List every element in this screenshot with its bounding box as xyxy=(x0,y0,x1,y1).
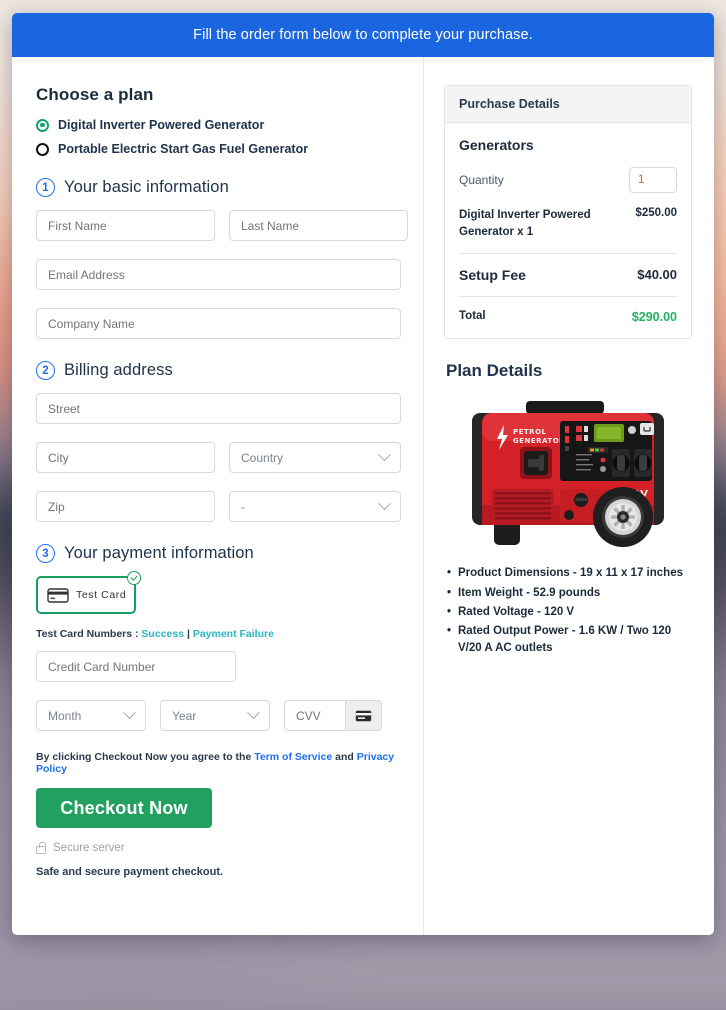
step-title: Billing address xyxy=(64,361,173,379)
chevron-down-icon xyxy=(123,706,136,720)
product-specs-list: Product Dimensions - 19 x 11 x 17 inches… xyxy=(444,565,692,657)
total-amount: $290.00 xyxy=(631,310,677,325)
test-card-method-tile[interactable]: Test Card xyxy=(36,571,141,614)
step-title: Your basic information xyxy=(64,178,229,196)
spec-item: Rated Output Power - 1.6 KW / Two 120 V/… xyxy=(447,623,692,658)
purchase-details-body: Generators Quantity Digital Inverter Pow… xyxy=(445,123,691,338)
credit-card-icon xyxy=(47,587,69,603)
plan-option-portable-electric[interactable]: Portable Electric Start Gas Fuel Generat… xyxy=(36,142,401,156)
card-back-icon xyxy=(355,710,372,721)
name-fields-row xyxy=(36,210,408,241)
cvv-group xyxy=(284,700,382,731)
checkout-card: Fill the order form below to complete yo… xyxy=(12,13,714,935)
setup-fee-amount: $40.00 xyxy=(637,267,677,283)
spec-item: Item Weight - 52.9 pounds xyxy=(447,585,692,603)
banner-text: Fill the order form below to complete yo… xyxy=(193,27,533,43)
order-form-column: Choose a plan Digital Inverter Powered G… xyxy=(12,57,424,935)
line-item-name: Digital Inverter Powered Generator x 1 xyxy=(459,209,591,238)
zip-input[interactable] xyxy=(36,491,215,522)
step-payment-information-header: 3 Your payment information xyxy=(36,544,401,563)
step-billing-address-header: 2 Billing address xyxy=(36,361,401,380)
step-number-badge: 3 xyxy=(36,544,55,563)
step-number-badge: 1 xyxy=(36,178,55,197)
plan-option-digital-inverter[interactable]: Digital Inverter Powered Generator xyxy=(36,118,401,132)
total-label: Total xyxy=(459,310,486,323)
cvv-help-button[interactable] xyxy=(346,700,382,731)
street-input[interactable] xyxy=(36,393,401,424)
country-select[interactable]: Country xyxy=(229,442,401,473)
purchase-details-panel: Purchase Details Generators Quantity Dig… xyxy=(444,85,692,340)
page-banner: Fill the order form below to complete yo… xyxy=(12,13,714,57)
city-country-row: Country xyxy=(36,442,401,473)
checkout-now-button[interactable]: Checkout Now xyxy=(36,788,212,828)
product-image-wrap: PETROL GENERATOR xyxy=(444,397,692,549)
terms-text: By clicking Checkout Now you agree to th… xyxy=(36,751,401,775)
divider xyxy=(459,253,677,255)
secure-server-row: Secure server xyxy=(36,841,401,854)
country-select-value: Country xyxy=(241,450,284,465)
spec-item: Rated Voltage - 120 V xyxy=(447,604,692,622)
purchase-details-title: Purchase Details xyxy=(445,86,691,123)
generator-illustration: PETROL GENERATOR xyxy=(472,401,664,548)
check-circle-icon xyxy=(127,571,141,585)
plan-option-label: Portable Electric Start Gas Fuel Generat… xyxy=(58,142,309,156)
line-item-amount: $250.00 xyxy=(635,207,677,219)
svg-text:GENERATOR: GENERATOR xyxy=(513,437,565,445)
expiry-month-select[interactable]: Month xyxy=(36,700,146,731)
choose-plan-heading: Choose a plan xyxy=(36,85,154,104)
step-basic-information-header: 1 Your basic information xyxy=(36,178,401,197)
plan-details-heading: Plan Details xyxy=(446,361,543,381)
radio-selected-icon[interactable] xyxy=(36,118,49,132)
state-select-value: - xyxy=(241,499,245,514)
expiry-year-select[interactable]: Year xyxy=(160,700,270,731)
chevron-down-icon xyxy=(378,448,391,462)
expiry-month-value: Month xyxy=(48,708,82,723)
quantity-row: Quantity xyxy=(459,167,677,193)
quantity-label: Quantity xyxy=(459,173,504,187)
step-title: Your payment information xyxy=(64,544,254,562)
test-card-label: Test Card xyxy=(76,589,127,601)
summary-column: Purchase Details Generators Quantity Dig… xyxy=(424,57,714,935)
terms-prefix: By clicking Checkout Now you agree to th… xyxy=(36,751,255,763)
credit-card-number-input[interactable] xyxy=(36,651,236,682)
chevron-down-icon xyxy=(378,497,391,511)
chevron-down-icon xyxy=(247,706,260,720)
spec-item: Product Dimensions - 19 x 11 x 17 inches xyxy=(447,565,692,583)
test-card-numbers-line: Test Card Numbers : Success | Payment Fa… xyxy=(36,628,401,640)
terms-of-service-link[interactable]: Term of Service xyxy=(254,751,332,763)
lock-icon xyxy=(36,841,46,854)
line-item-row: Digital Inverter Powered Generator x 1 $… xyxy=(459,207,677,240)
product-group-title: Generators xyxy=(459,137,534,153)
radio-unselected-icon[interactable] xyxy=(36,142,49,156)
test-card-numbers-prefix: Test Card Numbers : xyxy=(36,628,142,640)
terms-conjunction: and xyxy=(332,751,357,763)
card-body: Choose a plan Digital Inverter Powered G… xyxy=(12,57,714,935)
setup-fee-row: Setup Fee $40.00 xyxy=(459,267,677,283)
state-select[interactable]: - xyxy=(229,491,401,522)
last-name-input[interactable] xyxy=(229,210,408,241)
step-number-badge: 2 xyxy=(36,361,55,380)
expiry-year-value: Year xyxy=(172,708,197,723)
company-name-input[interactable] xyxy=(36,308,401,339)
plan-option-label: Digital Inverter Powered Generator xyxy=(58,118,265,132)
safe-checkout-label: Safe and secure payment checkout. xyxy=(36,866,224,878)
svg-text:PETROL: PETROL xyxy=(513,428,547,436)
quantity-input[interactable] xyxy=(629,167,677,193)
city-input[interactable] xyxy=(36,442,215,473)
cvv-input[interactable] xyxy=(284,700,346,731)
zip-state-row: - xyxy=(36,491,401,522)
success-link[interactable]: Success xyxy=(141,628,184,640)
divider xyxy=(459,296,677,298)
expiry-cvv-row: Month Year xyxy=(36,700,401,731)
link-separator: | xyxy=(184,628,193,640)
payment-failure-link[interactable]: Payment Failure xyxy=(193,628,274,640)
setup-fee-label: Setup Fee xyxy=(459,267,526,284)
email-input[interactable] xyxy=(36,259,401,290)
first-name-input[interactable] xyxy=(36,210,215,241)
total-row: Total $290.00 xyxy=(459,310,677,324)
secure-server-label: Secure server xyxy=(53,842,125,854)
